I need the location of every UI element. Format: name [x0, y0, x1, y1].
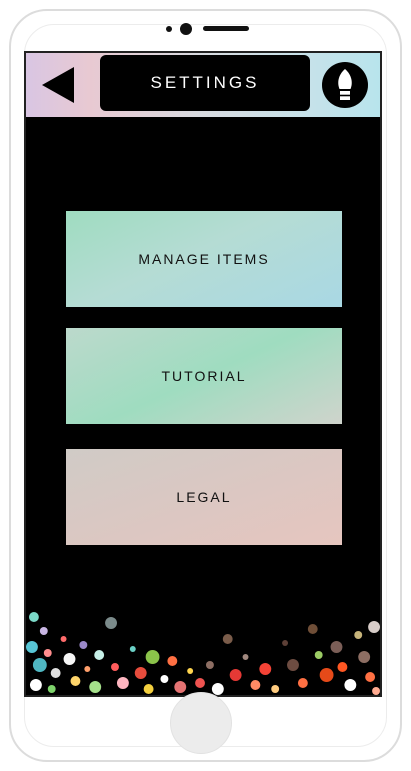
page-title: SETTINGS	[150, 73, 260, 92]
sensor-dot	[166, 26, 172, 32]
page-title-box: SETTINGS	[100, 55, 310, 111]
app-screen: SETTINGS MANAGE ITEMS TUTORIAL LEGAL	[24, 51, 382, 697]
lightbulb-icon	[322, 62, 368, 108]
tutorial-button[interactable]: TUTORIAL	[66, 328, 342, 424]
earpiece-speaker	[203, 26, 249, 31]
legal-button[interactable]: LEGAL	[66, 449, 342, 545]
header-bar: SETTINGS	[26, 53, 380, 117]
manage-items-button[interactable]: MANAGE ITEMS	[66, 211, 342, 307]
back-arrow-icon	[42, 67, 74, 103]
front-camera	[180, 23, 192, 35]
confetti-decoration	[26, 612, 380, 695]
lightbulb-button[interactable]	[321, 61, 369, 109]
back-button[interactable]	[38, 63, 82, 107]
home-button[interactable]	[170, 692, 232, 754]
